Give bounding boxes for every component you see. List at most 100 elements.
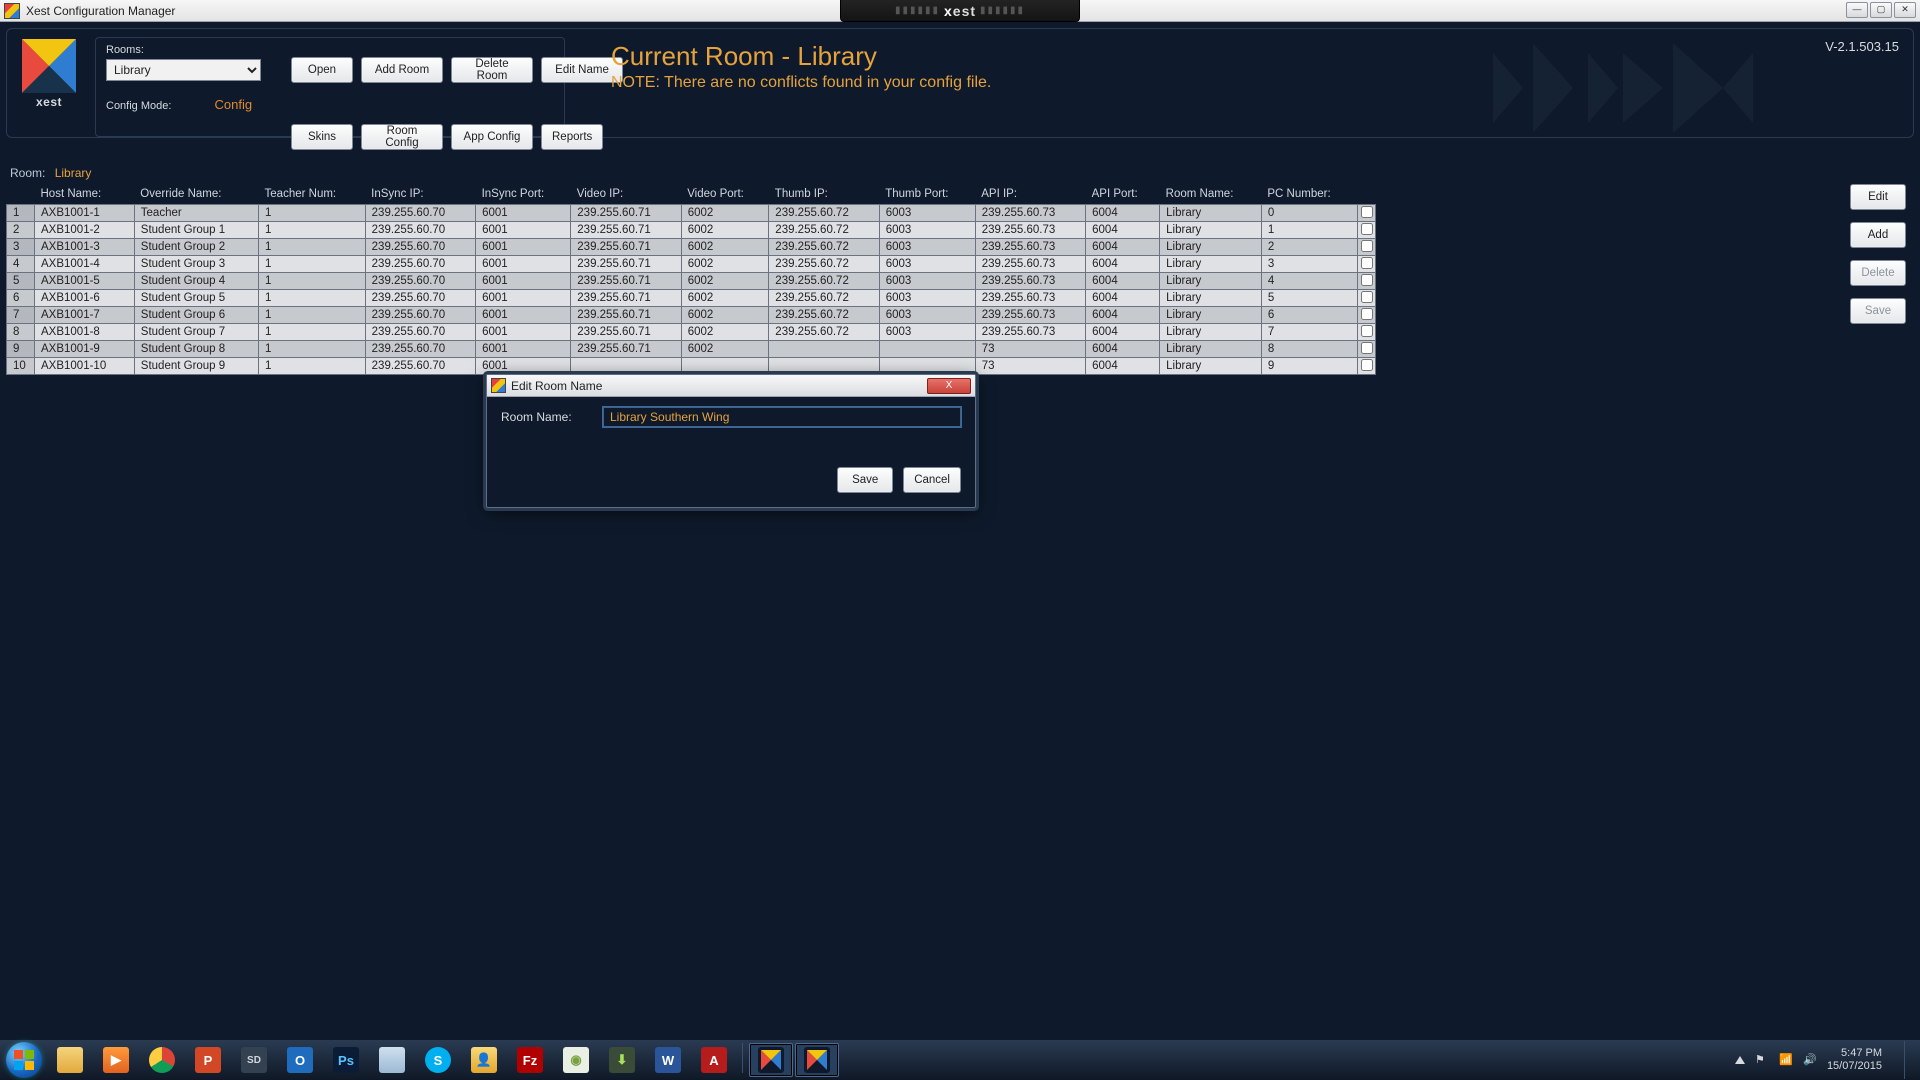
dialog-save-button[interactable]: Save bbox=[837, 467, 893, 493]
cell-idx[interactable]: 7 bbox=[7, 307, 35, 324]
task-download[interactable]: ⬇ bbox=[600, 1043, 644, 1077]
cell-insync_port[interactable]: 6001 bbox=[476, 358, 571, 375]
cell-pc[interactable]: 3 bbox=[1261, 256, 1357, 273]
cell-pc[interactable]: 8 bbox=[1261, 341, 1357, 358]
show-desktop-button[interactable] bbox=[1904, 1041, 1914, 1079]
minimize-button[interactable]: — bbox=[1846, 2, 1868, 18]
cell-api_port[interactable]: 6004 bbox=[1086, 290, 1160, 307]
cell-api_ip[interactable]: 239.255.60.73 bbox=[975, 222, 1085, 239]
cell-host[interactable]: AXB1001-1 bbox=[35, 205, 135, 222]
cell-thumb_port[interactable] bbox=[879, 358, 975, 375]
cell-host[interactable]: AXB1001-8 bbox=[35, 324, 135, 341]
cell-override[interactable]: Student Group 7 bbox=[134, 324, 258, 341]
table-row[interactable]: 3AXB1001-3Student Group 21239.255.60.706… bbox=[7, 239, 1376, 256]
hosts-table[interactable]: Host Name: Override Name: Teacher Num: I… bbox=[6, 184, 1376, 375]
cell-insync_ip[interactable]: 239.255.60.70 bbox=[365, 256, 475, 273]
row-checkbox[interactable] bbox=[1361, 223, 1373, 235]
col-thumb-port[interactable]: Thumb Port: bbox=[879, 184, 975, 205]
cell-override[interactable]: Student Group 8 bbox=[134, 341, 258, 358]
cell-room[interactable]: Library bbox=[1160, 222, 1262, 239]
cell-check[interactable] bbox=[1358, 358, 1376, 375]
cell-thumb_ip[interactable]: 239.255.60.72 bbox=[769, 239, 879, 256]
volume-icon[interactable]: 🔊 bbox=[1803, 1053, 1817, 1067]
cell-insync_port[interactable]: 6001 bbox=[476, 307, 571, 324]
cell-check[interactable] bbox=[1358, 324, 1376, 341]
cell-teacher[interactable]: 1 bbox=[259, 256, 366, 273]
task-chrome[interactable] bbox=[140, 1043, 184, 1077]
cell-thumb_ip[interactable]: 239.255.60.72 bbox=[769, 273, 879, 290]
cell-insync_port[interactable]: 6001 bbox=[476, 222, 571, 239]
cell-insync_ip[interactable]: 239.255.60.70 bbox=[365, 324, 475, 341]
task-skype[interactable]: S bbox=[416, 1043, 460, 1077]
cell-thumb_ip[interactable]: 239.255.60.72 bbox=[769, 256, 879, 273]
cell-teacher[interactable]: 1 bbox=[259, 239, 366, 256]
col-api-ip[interactable]: API IP: bbox=[975, 184, 1085, 205]
cell-api_port[interactable]: 6004 bbox=[1086, 273, 1160, 290]
cell-insync_port[interactable]: 6001 bbox=[476, 256, 571, 273]
cell-host[interactable]: AXB1001-3 bbox=[35, 239, 135, 256]
cell-api_port[interactable]: 6004 bbox=[1086, 324, 1160, 341]
cell-override[interactable]: Student Group 2 bbox=[134, 239, 258, 256]
side-delete-button[interactable]: Delete bbox=[1850, 260, 1906, 286]
cell-host[interactable]: AXB1001-2 bbox=[35, 222, 135, 239]
col-override[interactable]: Override Name: bbox=[134, 184, 258, 205]
cell-room[interactable]: Library bbox=[1160, 290, 1262, 307]
cell-api_ip[interactable]: 73 bbox=[975, 358, 1085, 375]
cell-host[interactable]: AXB1001-7 bbox=[35, 307, 135, 324]
cell-override[interactable]: Student Group 1 bbox=[134, 222, 258, 239]
task-notepad[interactable] bbox=[370, 1043, 414, 1077]
cell-api_port[interactable]: 6004 bbox=[1086, 341, 1160, 358]
cell-teacher[interactable]: 1 bbox=[259, 290, 366, 307]
cell-pc[interactable]: 6 bbox=[1261, 307, 1357, 324]
cell-idx[interactable]: 3 bbox=[7, 239, 35, 256]
table-row[interactable]: 2AXB1001-2Student Group 11239.255.60.706… bbox=[7, 222, 1376, 239]
cell-api_port[interactable]: 6004 bbox=[1086, 256, 1160, 273]
cell-video_ip[interactable]: 239.255.60.71 bbox=[571, 222, 681, 239]
row-checkbox[interactable] bbox=[1361, 274, 1373, 286]
cell-video_ip[interactable]: 239.255.60.71 bbox=[571, 290, 681, 307]
row-checkbox[interactable] bbox=[1361, 257, 1373, 269]
cell-teacher[interactable]: 1 bbox=[259, 341, 366, 358]
task-sd[interactable]: SD bbox=[232, 1043, 276, 1077]
cell-pc[interactable]: 9 bbox=[1261, 358, 1357, 375]
cell-idx[interactable]: 4 bbox=[7, 256, 35, 273]
start-button[interactable] bbox=[6, 1042, 42, 1078]
cell-override[interactable]: Student Group 4 bbox=[134, 273, 258, 290]
flag-icon[interactable]: ⚑ bbox=[1755, 1053, 1769, 1067]
open-button[interactable]: Open bbox=[291, 57, 353, 83]
cell-video_port[interactable]: 6002 bbox=[681, 222, 769, 239]
cell-api_port[interactable]: 6004 bbox=[1086, 205, 1160, 222]
cell-video_ip[interactable]: 239.255.60.71 bbox=[571, 273, 681, 290]
cell-api_ip[interactable]: 239.255.60.73 bbox=[975, 324, 1085, 341]
cell-room[interactable]: Library bbox=[1160, 273, 1262, 290]
col-insync-port[interactable]: InSync Port: bbox=[476, 184, 571, 205]
cell-insync_port[interactable]: 6001 bbox=[476, 205, 571, 222]
side-edit-button[interactable]: Edit bbox=[1850, 184, 1906, 210]
cell-thumb_ip[interactable]: 239.255.60.72 bbox=[769, 222, 879, 239]
cell-video_port[interactable] bbox=[681, 358, 769, 375]
cell-pc[interactable]: 5 bbox=[1261, 290, 1357, 307]
cell-api_ip[interactable]: 73 bbox=[975, 341, 1085, 358]
cell-video_ip[interactable]: 239.255.60.71 bbox=[571, 205, 681, 222]
cell-thumb_port[interactable]: 6003 bbox=[879, 273, 975, 290]
cell-teacher[interactable]: 1 bbox=[259, 307, 366, 324]
task-media[interactable]: ▶ bbox=[94, 1043, 138, 1077]
table-row[interactable]: 9AXB1001-9Student Group 81239.255.60.706… bbox=[7, 341, 1376, 358]
cell-room[interactable]: Library bbox=[1160, 205, 1262, 222]
side-save-button[interactable]: Save bbox=[1850, 298, 1906, 324]
task-user[interactable]: 👤 bbox=[462, 1043, 506, 1077]
tray-overflow-icon[interactable] bbox=[1735, 1056, 1745, 1064]
cell-video_port[interactable]: 6002 bbox=[681, 341, 769, 358]
task-outlook[interactable]: O bbox=[278, 1043, 322, 1077]
cell-idx[interactable]: 8 bbox=[7, 324, 35, 341]
cell-video_ip[interactable]: 239.255.60.71 bbox=[571, 341, 681, 358]
cell-teacher[interactable]: 1 bbox=[259, 273, 366, 290]
cell-teacher[interactable]: 1 bbox=[259, 324, 366, 341]
add-room-button[interactable]: Add Room bbox=[361, 57, 443, 83]
dialog-close-button[interactable]: X bbox=[927, 378, 971, 394]
edit-room-name-dialog[interactable]: Edit Room Name X Room Name: Save Cancel bbox=[486, 374, 976, 508]
table-row[interactable]: 4AXB1001-4Student Group 31239.255.60.706… bbox=[7, 256, 1376, 273]
cell-pc[interactable]: 4 bbox=[1261, 273, 1357, 290]
cell-idx[interactable]: 6 bbox=[7, 290, 35, 307]
cell-insync_ip[interactable]: 239.255.60.70 bbox=[365, 222, 475, 239]
